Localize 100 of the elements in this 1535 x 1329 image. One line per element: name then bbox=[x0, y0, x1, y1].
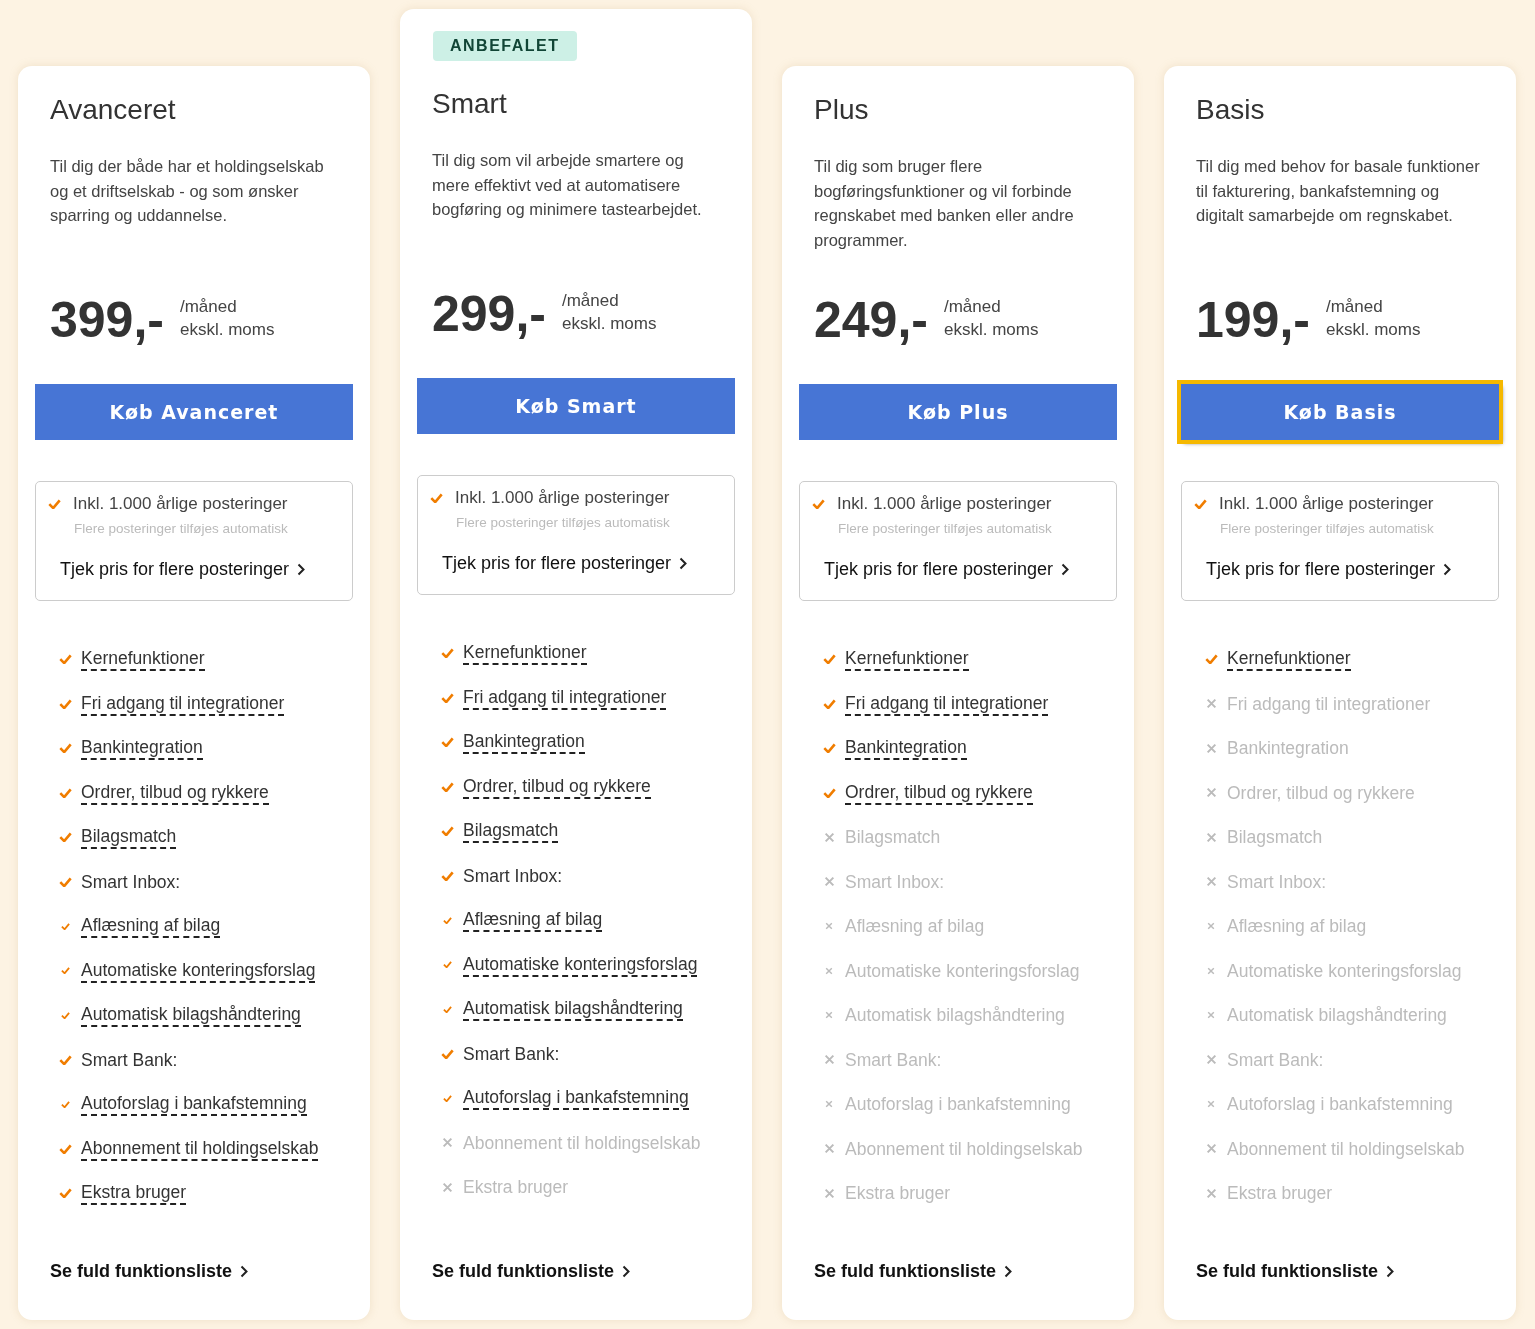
chevron-right-icon bbox=[1386, 1265, 1394, 1278]
feature-label[interactable]: Aflæsning af bilag bbox=[463, 908, 603, 933]
postings-note: Flere posteringer tilføjes automatisk bbox=[456, 515, 671, 531]
price: 399,- bbox=[50, 292, 164, 348]
vat-note: ekskl. moms bbox=[943, 319, 1039, 341]
plan-title: Smart bbox=[432, 90, 508, 118]
price-period: /måned bbox=[1325, 296, 1384, 318]
feature-label: Automatiske konteringsforslag bbox=[1227, 959, 1462, 982]
check-icon bbox=[812, 498, 825, 510]
plan-description: Til dig der både har et holdingselskab og et driftselskab - og som ønsker sparring og uddannelse. bbox=[50, 156, 325, 226]
chevron-right-icon bbox=[679, 557, 688, 570]
price: 249,- bbox=[814, 292, 928, 348]
chevron-right-icon bbox=[1004, 1265, 1012, 1278]
feature-label: Smart Bank: bbox=[845, 1048, 942, 1071]
price-period: /måned bbox=[943, 296, 1002, 318]
price: 199,- bbox=[1196, 292, 1310, 348]
postings-note: Flere posteringer tilføjes automatisk bbox=[1220, 521, 1435, 537]
feature-label: Autoforslag i bankafstemning bbox=[845, 1093, 1071, 1116]
feature-label[interactable]: Automatisk bilagshåndtering bbox=[81, 1003, 301, 1028]
check-icon bbox=[430, 492, 443, 504]
feature-label[interactable]: Kernefunktioner bbox=[1227, 647, 1351, 672]
feature-label: Smart Inbox: bbox=[1227, 870, 1327, 893]
feature-label: Smart Inbox: bbox=[845, 870, 945, 893]
feature-list-link[interactable]: Se fuld funktionsliste bbox=[1196, 1261, 1394, 1282]
postings-price-link[interactable]: Tjek pris for flere posteringer bbox=[442, 553, 688, 574]
vat-note: ekskl. moms bbox=[1325, 319, 1421, 341]
feature-label: Autoforslag i bankafstemning bbox=[1227, 1093, 1453, 1116]
feature-label: Smart Bank: bbox=[463, 1042, 560, 1065]
recommended-badge: ANBEFALET bbox=[433, 31, 577, 61]
postings-price-link[interactable]: Tjek pris for flere posteringer bbox=[60, 559, 306, 580]
plan-description: Til dig som vil arbejde smartere og mere effektivt ved at automatisere bogføring og minimere tastearbejdet. bbox=[432, 150, 703, 220]
feature-label: Bilagsmatch bbox=[1227, 826, 1323, 849]
feature-label[interactable]: Ordrer, tilbud og rykkere bbox=[463, 774, 651, 799]
feature-label[interactable]: Fri adgang til integrationer bbox=[463, 685, 667, 710]
feature-label: Ekstra bruger bbox=[845, 1182, 951, 1205]
feature-label[interactable]: Autoforslag i bankafstemning bbox=[463, 1086, 689, 1111]
feature-label: Aflæsning af bilag bbox=[1227, 915, 1367, 938]
vat-note: ekskl. moms bbox=[561, 313, 657, 335]
feature-label[interactable]: Ordrer, tilbud og rykkere bbox=[81, 780, 269, 805]
plan-title: Basis bbox=[1196, 96, 1266, 124]
feature-label[interactable]: Ordrer, tilbud og rykkere bbox=[845, 780, 1033, 805]
postings-note: Flere posteringer tilføjes automatisk bbox=[838, 521, 1053, 537]
feature-label: Bankintegration bbox=[1227, 737, 1349, 760]
check-icon bbox=[48, 498, 61, 510]
postings-title: Inkl. 1.000 årlige posteringer bbox=[455, 487, 670, 509]
feature-label: Automatiske konteringsforslag bbox=[845, 959, 1080, 982]
price: 299,- bbox=[432, 286, 546, 342]
chevron-right-icon bbox=[240, 1265, 248, 1278]
vat-note: ekskl. moms bbox=[179, 319, 275, 341]
plan-description: Til dig som bruger flere bogføringsfunktioner og vil forbinde regnskabet med banken eller andre programmer. bbox=[814, 156, 1075, 251]
feature-label: Smart Inbox: bbox=[81, 870, 181, 893]
feature-list-link[interactable]: Se fuld funktionsliste bbox=[432, 1261, 630, 1282]
postings-price-link[interactable]: Tjek pris for flere posteringer bbox=[824, 559, 1070, 580]
postings-price-link[interactable]: Tjek pris for flere posteringer bbox=[1206, 559, 1452, 580]
feature-label: Abonnement til holdingselskab bbox=[463, 1131, 701, 1154]
feature-label: Automatisk bilagshåndtering bbox=[845, 1004, 1065, 1027]
feature-label[interactable]: Automatiske konteringsforslag bbox=[81, 958, 316, 983]
plan-title: Plus bbox=[814, 96, 870, 124]
price-period: /måned bbox=[179, 296, 238, 318]
feature-label: Smart Inbox: bbox=[463, 864, 563, 887]
feature-label[interactable]: Automatiske konteringsforslag bbox=[463, 952, 698, 977]
feature-label: Ekstra bruger bbox=[463, 1176, 569, 1199]
feature-label: Smart Bank: bbox=[1227, 1048, 1324, 1071]
feature-list-link[interactable]: Se fuld funktionsliste bbox=[50, 1261, 248, 1282]
plan-description: Til dig med behov for basale funktioner til fakturering, bankafstemning og digitalt samarbejde om regnskabet. bbox=[1196, 156, 1481, 226]
check-icon bbox=[1194, 498, 1207, 510]
feature-label[interactable]: Bilagsmatch bbox=[463, 819, 559, 844]
feature-label[interactable]: Bankintegration bbox=[81, 736, 203, 761]
feature-label[interactable]: Bankintegration bbox=[845, 736, 967, 761]
buy-button[interactable]: Køb Plus bbox=[799, 384, 1117, 440]
feature-label[interactable]: Bilagsmatch bbox=[81, 825, 177, 850]
feature-label[interactable]: Kernefunktioner bbox=[81, 647, 205, 672]
feature-label[interactable]: Ekstra bruger bbox=[81, 1181, 187, 1206]
feature-label: Abonnement til holdingselskab bbox=[1227, 1137, 1465, 1160]
feature-label: Smart Bank: bbox=[81, 1048, 178, 1071]
feature-label: Ekstra bruger bbox=[1227, 1182, 1333, 1205]
feature-label: Automatisk bilagshåndtering bbox=[1227, 1004, 1447, 1027]
feature-label[interactable]: Kernefunktioner bbox=[463, 641, 587, 666]
feature-label: Bilagsmatch bbox=[845, 826, 941, 849]
chevron-right-icon bbox=[1061, 563, 1070, 576]
feature-list-link[interactable]: Se fuld funktionsliste bbox=[814, 1261, 1012, 1282]
price-period: /måned bbox=[561, 290, 620, 312]
buy-button[interactable]: Køb Avanceret bbox=[35, 384, 353, 440]
plan-title: Avanceret bbox=[50, 96, 177, 124]
feature-label[interactable]: Aflæsning af bilag bbox=[81, 914, 221, 939]
feature-label[interactable]: Fri adgang til integrationer bbox=[845, 691, 1049, 716]
buy-button[interactable]: Køb Smart bbox=[417, 378, 735, 434]
postings-title: Inkl. 1.000 årlige posteringer bbox=[1219, 493, 1434, 515]
feature-label[interactable]: Autoforslag i bankafstemning bbox=[81, 1092, 307, 1117]
feature-label[interactable]: Bankintegration bbox=[463, 730, 585, 755]
feature-label: Aflæsning af bilag bbox=[845, 915, 985, 938]
feature-label: Abonnement til holdingselskab bbox=[845, 1137, 1083, 1160]
feature-label[interactable]: Automatisk bilagshåndtering bbox=[463, 997, 683, 1022]
feature-label: Ordrer, tilbud og rykkere bbox=[1227, 781, 1415, 804]
feature-label[interactable]: Abonnement til holdingselskab bbox=[81, 1136, 319, 1161]
postings-note: Flere posteringer tilføjes automatisk bbox=[74, 521, 289, 537]
feature-label[interactable]: Kernefunktioner bbox=[845, 647, 969, 672]
feature-label[interactable]: Fri adgang til integrationer bbox=[81, 691, 285, 716]
chevron-right-icon bbox=[1443, 563, 1452, 576]
feature-label: Fri adgang til integrationer bbox=[1227, 692, 1431, 715]
